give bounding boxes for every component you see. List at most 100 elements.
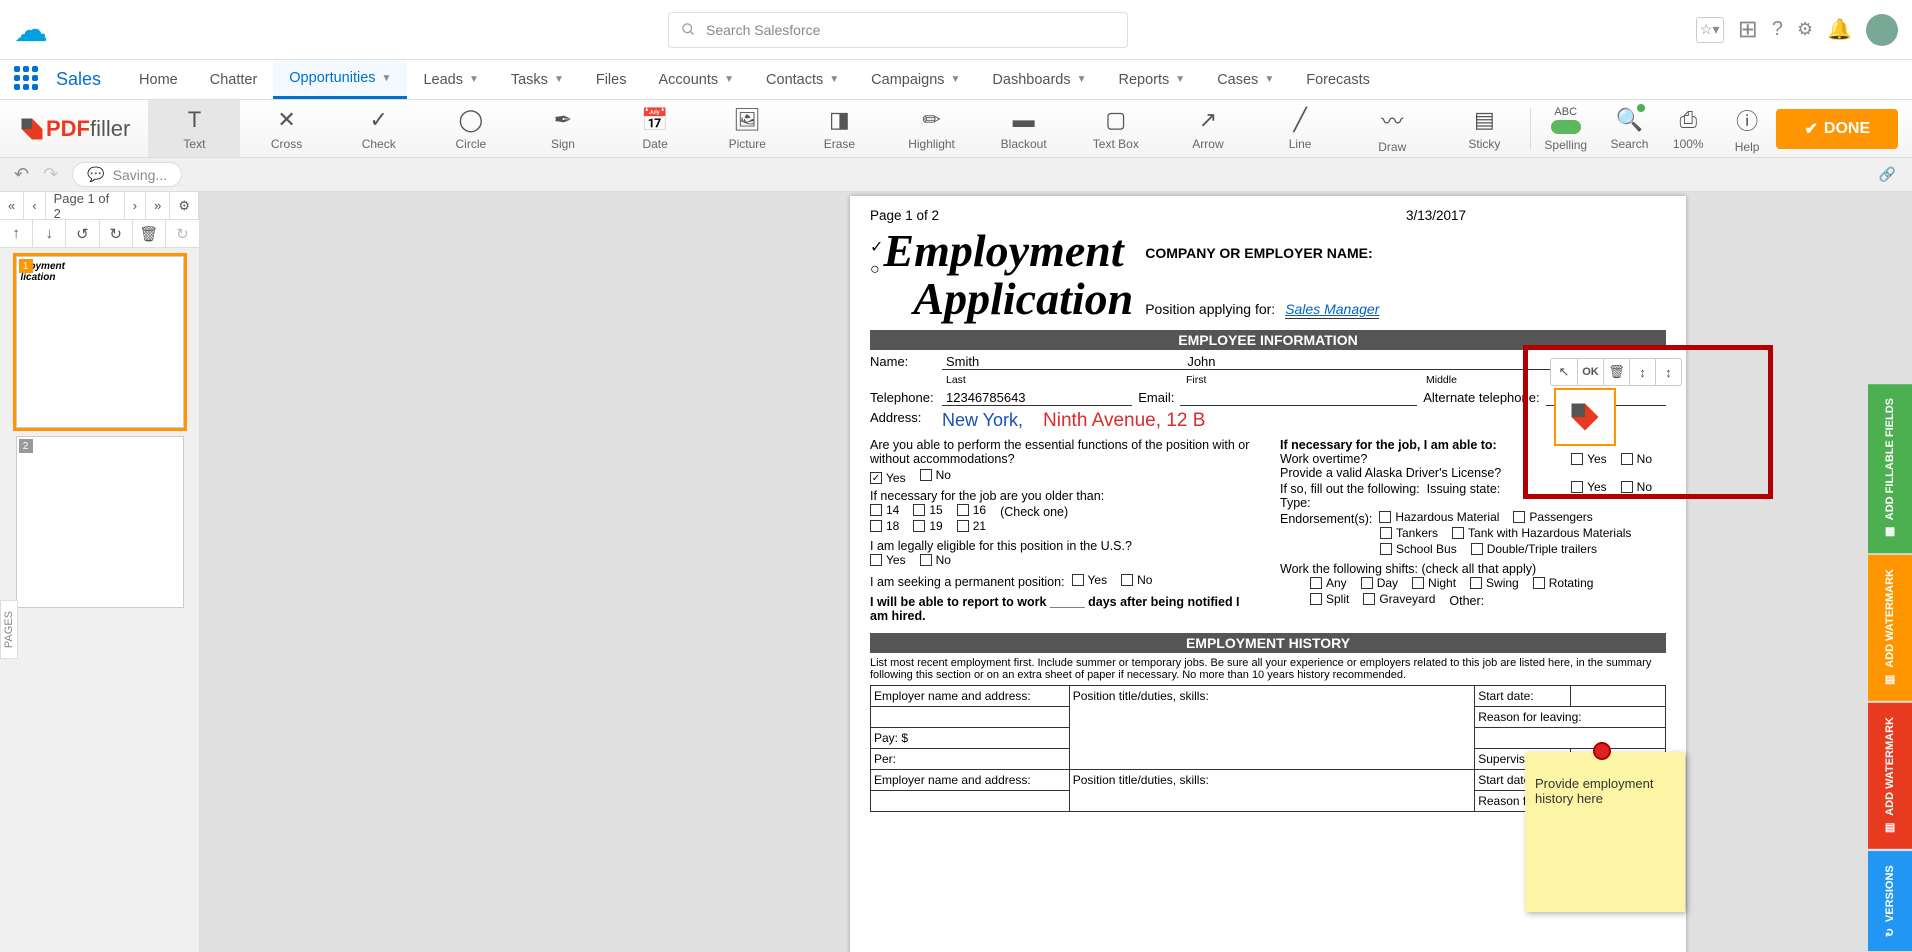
tool-highlight[interactable]: ✏Highlight	[885, 100, 977, 157]
telephone-field[interactable]: 12346785643	[942, 390, 1132, 406]
chk-no[interactable]: No	[920, 468, 951, 482]
delete-page-button[interactable]: 🗑	[133, 220, 166, 247]
img-delete-button[interactable]: 🗑	[1603, 359, 1629, 385]
comment-icon: 💬	[87, 166, 104, 183]
nav-home[interactable]: Home	[123, 60, 194, 99]
nav-chatter[interactable]: Chatter	[194, 60, 274, 99]
chk-yes[interactable]: ✓Yes	[870, 471, 906, 485]
img-pointer-button[interactable]: ↖	[1551, 359, 1577, 385]
nav-leads[interactable]: Leads▼	[407, 60, 494, 99]
search-bar[interactable]: Search Salesforce	[668, 12, 1128, 48]
chevron-down-icon: ▼	[382, 73, 392, 84]
settings-icon[interactable]: ⚙	[1797, 19, 1813, 40]
nav-dashboards[interactable]: Dashboards▼	[976, 60, 1102, 99]
tool-textbox[interactable]: ▢Text Box	[1070, 100, 1162, 157]
app-launcher-icon[interactable]	[14, 66, 42, 94]
search-placeholder: Search Salesforce	[706, 22, 820, 38]
help-icon: ⓘ	[1736, 104, 1758, 136]
check-icon: ✔	[1804, 119, 1817, 139]
address-city[interactable]: New York,	[942, 410, 1023, 432]
favorites-button[interactable]: ☆▾	[1696, 17, 1724, 43]
nav-tasks[interactable]: Tasks▼	[495, 60, 580, 99]
nav-cases[interactable]: Cases▼	[1201, 60, 1290, 99]
first-page-button[interactable]: «	[0, 192, 24, 219]
rotate-button[interactable]: ↻	[166, 220, 199, 247]
tool-help[interactable]: ⓘHelp	[1718, 100, 1777, 157]
position-value[interactable]: Sales Manager	[1285, 301, 1379, 319]
title-checks: ✓○	[870, 237, 883, 324]
move-down-button[interactable]: ↓	[33, 220, 66, 247]
pages-tab[interactable]: PAGES	[0, 600, 18, 659]
tool-cross[interactable]: ✕Cross	[240, 100, 332, 157]
rotate-cw-button[interactable]: ↻	[100, 220, 133, 247]
page-thumbnail-2[interactable]: 2	[16, 436, 184, 608]
nav-forecasts[interactable]: Forecasts	[1290, 60, 1386, 99]
page-label: Page 1 of 2	[46, 192, 125, 219]
nav-accounts[interactable]: Accounts▼	[642, 60, 750, 99]
section-history: EMPLOYMENT HISTORY	[870, 633, 1666, 653]
page-settings-button[interactable]: ⚙	[170, 192, 199, 219]
email-field[interactable]	[1180, 390, 1417, 406]
next-page-button[interactable]: ›	[125, 192, 146, 219]
undo-button[interactable]: ↶	[14, 164, 29, 185]
tool-check[interactable]: ✓Check	[333, 100, 425, 157]
nav-campaigns[interactable]: Campaigns▼	[855, 60, 976, 99]
tab-add-watermark-2[interactable]: ▤ADD WATERMARK	[1868, 703, 1912, 849]
inserted-image[interactable]	[1554, 388, 1616, 446]
zoom-control[interactable]: ⎙100%	[1659, 100, 1718, 157]
tool-draw[interactable]: 〰Draw	[1346, 100, 1438, 157]
nav-files[interactable]: Files	[580, 60, 643, 99]
nav-opportunities[interactable]: Opportunities▼	[273, 60, 407, 99]
tool-circle[interactable]: ◯Circle	[425, 100, 517, 157]
nav-reports[interactable]: Reports▼	[1103, 60, 1202, 99]
first-name-field[interactable]: John	[1183, 354, 1424, 370]
thumbnail-tools: ↑ ↓ ↺ ↻ 🗑 ↻	[0, 220, 199, 248]
help-icon[interactable]: ?	[1772, 18, 1783, 41]
spelling-toggle[interactable]: ABCSpelling	[1531, 106, 1600, 152]
blackout-icon: ▬	[1013, 107, 1035, 133]
doc-date: 3/13/2017	[1406, 208, 1466, 223]
redo-button[interactable]: ↷	[43, 164, 58, 185]
pdffiller-logo: PDFfiller	[18, 115, 130, 143]
notifications-icon[interactable]: 🔔	[1827, 17, 1852, 42]
tab-add-watermark-1[interactable]: ▤ADD WATERMARK	[1868, 555, 1912, 701]
img-ok-button[interactable]: OK	[1577, 359, 1603, 385]
tool-sticky[interactable]: ▤Sticky	[1438, 100, 1530, 157]
tab-versions[interactable]: ↻VERSIONS	[1868, 851, 1912, 951]
document-canvas: Page 1 of 23/13/2017 ✓○ Employment Appli…	[200, 192, 1912, 952]
sticky-note[interactable]: Provide employment history here	[1525, 752, 1685, 912]
tool-arrow[interactable]: ↗Arrow	[1162, 100, 1254, 157]
add-button[interactable]: ⊞	[1738, 15, 1758, 44]
tool-erase[interactable]: ◨Erase	[793, 100, 885, 157]
page-thumbnail-1[interactable]: 1ploymentlication	[16, 256, 184, 428]
done-button[interactable]: ✔DONE	[1776, 109, 1898, 149]
move-up-button[interactable]: ↑	[0, 220, 33, 247]
last-page-button[interactable]: »	[146, 192, 170, 219]
tool-search[interactable]: 🔍Search	[1600, 100, 1659, 157]
link-icon[interactable]: 🔗	[1877, 164, 1898, 185]
prev-page-button[interactable]: ‹	[24, 192, 45, 219]
tool-text[interactable]: TText	[148, 100, 240, 157]
user-avatar[interactable]	[1866, 14, 1898, 46]
tool-sign[interactable]: ✒Sign	[517, 100, 609, 157]
tool-line[interactable]: ╱Line	[1254, 100, 1346, 157]
tool-picture[interactable]: 🖼Picture	[701, 100, 793, 157]
image-toolbar: ↖ OK 🗑 ↕ ↕	[1550, 358, 1682, 386]
page-navigator: « ‹ Page 1 of 2 › » ⚙	[0, 192, 199, 220]
main-area: « ‹ Page 1 of 2 › » ⚙ ↑ ↓ ↺ ↻ 🗑 ↻ 1ploym…	[0, 192, 1912, 952]
last-name-field[interactable]: Smith	[942, 354, 1183, 370]
nav-contacts[interactable]: Contacts▼	[750, 60, 855, 99]
img-bring-front-button[interactable]: ↕	[1629, 359, 1655, 385]
tab-add-fillable[interactable]: ▦ADD FILLABLE FIELDS	[1868, 384, 1912, 553]
q-able: Are you able to perform the essential fu…	[870, 438, 1256, 466]
rotate-ccw-button[interactable]: ↺	[66, 220, 99, 247]
cross-icon: ✕	[277, 107, 295, 133]
tool-date[interactable]: 📅Date	[609, 100, 701, 157]
zoom-icon: ⎙	[1679, 107, 1697, 133]
address-street[interactable]: Ninth Avenue, 12 B	[1043, 410, 1205, 432]
search-icon	[681, 22, 696, 37]
tool-blackout[interactable]: ▬Blackout	[978, 100, 1070, 157]
thumbnails: 1ploymentlication 2	[0, 248, 199, 624]
sign-icon: ✒	[554, 107, 572, 133]
img-send-back-button[interactable]: ↕	[1655, 359, 1681, 385]
